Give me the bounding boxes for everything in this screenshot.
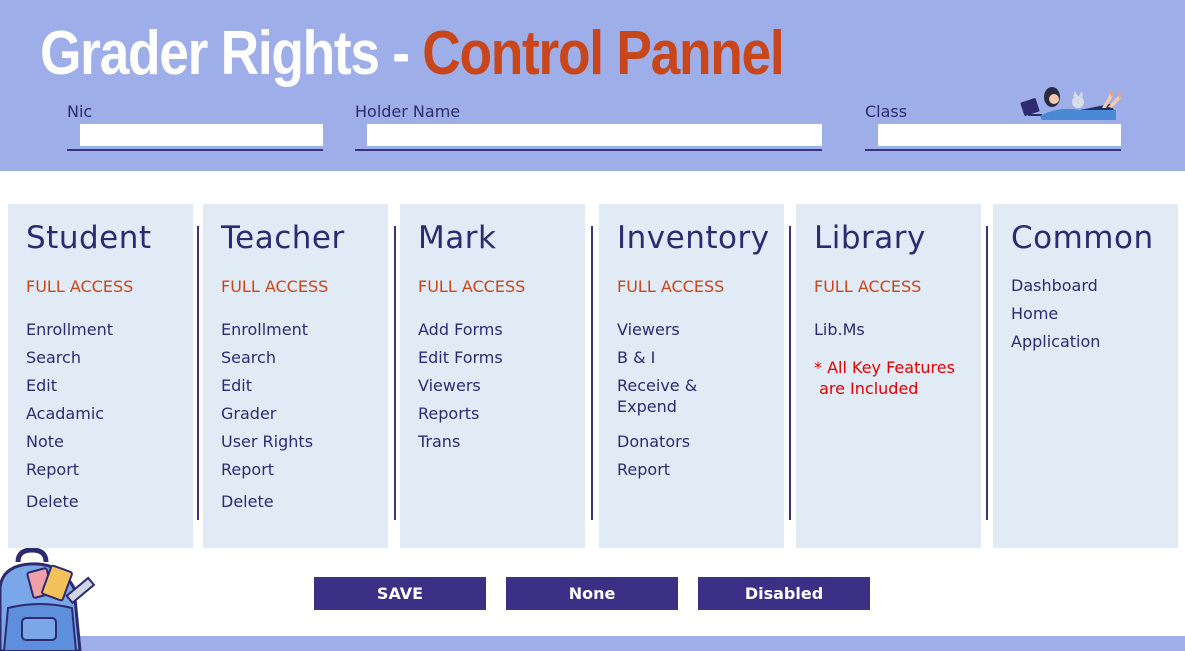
permission-item-viewers[interactable]: Viewers	[617, 319, 680, 340]
full-access-link[interactable]: FULL ACCESS	[617, 277, 724, 296]
permission-item-dashboard[interactable]: Dashboard	[1011, 275, 1098, 296]
permission-item-home[interactable]: Home	[1011, 303, 1058, 324]
column-title: Common	[1011, 220, 1154, 256]
permission-item-enrollment[interactable]: Enrollment	[221, 319, 308, 340]
holder-name-label: Holder Name	[355, 102, 461, 121]
column-common: Common Dashboard Home Application	[993, 204, 1178, 548]
permission-item-user-rights[interactable]: User Rights	[221, 431, 313, 452]
column-divider	[789, 226, 791, 520]
permission-item-delete[interactable]: Delete	[26, 491, 79, 512]
column-divider	[591, 226, 593, 520]
class-label: Class	[865, 102, 908, 121]
column-title: Library	[814, 220, 926, 256]
permission-item-report[interactable]: Report	[26, 459, 79, 480]
column-divider	[394, 226, 396, 520]
permission-item-add-forms[interactable]: Add Forms	[418, 319, 503, 340]
key-features-note: * All Key Features are Included	[814, 357, 955, 399]
permission-item-enrollment[interactable]: Enrollment	[26, 319, 113, 340]
person-with-laptop-illustration	[1020, 87, 1122, 120]
permission-item-search[interactable]: Search	[26, 347, 81, 368]
permission-item-application[interactable]: Application	[1011, 331, 1100, 352]
page-title-main: Grader Rights -	[40, 19, 423, 88]
page-title: Grader Rights - Control Pannel	[40, 18, 785, 89]
key-features-note-line1: * All Key Features	[814, 358, 955, 377]
column-divider	[986, 226, 988, 520]
disabled-button[interactable]: Disabled	[698, 577, 870, 610]
class-underline	[865, 149, 1121, 151]
column-student: Student FULL ACCESS Enrollment Search Ed…	[8, 204, 193, 548]
holder-name-underline	[355, 149, 822, 151]
column-title: Mark	[418, 220, 497, 256]
nic-input[interactable]	[80, 124, 323, 146]
permission-item-expend-line: Expend	[617, 397, 677, 416]
class-input[interactable]	[878, 124, 1121, 146]
save-button[interactable]: SAVE	[314, 577, 486, 610]
header-banner: Grader Rights - Control Pannel Nic Holde…	[0, 0, 1185, 171]
permission-item-edit-forms[interactable]: Edit Forms	[418, 347, 503, 368]
column-title: Teacher	[221, 220, 345, 256]
key-features-note-line2: are Included	[814, 379, 919, 398]
full-access-link[interactable]: FULL ACCESS	[221, 277, 328, 296]
full-access-link[interactable]: FULL ACCESS	[418, 277, 525, 296]
column-divider	[197, 226, 199, 520]
holder-name-input[interactable]	[367, 124, 822, 146]
permission-item-edit[interactable]: Edit	[221, 375, 252, 396]
column-mark: Mark FULL ACCESS Add Forms Edit Forms Vi…	[400, 204, 585, 548]
column-teacher: Teacher FULL ACCESS Enrollment Search Ed…	[203, 204, 388, 548]
permission-item-note[interactable]: Note	[26, 431, 64, 452]
column-title: Inventory	[617, 220, 770, 256]
permission-item-edit[interactable]: Edit	[26, 375, 57, 396]
nic-label: Nic	[67, 102, 93, 121]
full-access-link[interactable]: FULL ACCESS	[814, 277, 921, 296]
permission-item-report[interactable]: Report	[221, 459, 274, 480]
backpack-illustration	[0, 548, 96, 651]
permission-item-search[interactable]: Search	[221, 347, 276, 368]
nic-underline	[67, 149, 323, 151]
column-title: Student	[26, 220, 152, 256]
permission-item-grader[interactable]: Grader	[221, 403, 276, 424]
permission-item-viewers[interactable]: Viewers	[418, 375, 481, 396]
permission-item-trans[interactable]: Trans	[418, 431, 460, 452]
permission-item-acadamic[interactable]: Acadamic	[26, 403, 104, 424]
permission-item-lib-ms[interactable]: Lib.Ms	[814, 319, 865, 340]
page-title-accent: Control Pannel	[422, 19, 784, 88]
permission-item-receive-line: Receive &	[617, 376, 698, 395]
permission-item-donators[interactable]: Donators	[617, 431, 690, 452]
permission-item-reports[interactable]: Reports	[418, 403, 479, 424]
permission-item-delete[interactable]: Delete	[221, 491, 274, 512]
permission-item-report[interactable]: Report	[617, 459, 670, 480]
column-inventory: Inventory FULL ACCESS Viewers B & I Rece…	[599, 204, 784, 548]
permission-item-receive-expend[interactable]: Receive & Expend	[617, 375, 697, 417]
footer-bar	[0, 636, 1185, 651]
column-library: Library FULL ACCESS Lib.Ms * All Key Fea…	[796, 204, 981, 548]
full-access-link[interactable]: FULL ACCESS	[26, 277, 133, 296]
none-button[interactable]: None	[506, 577, 678, 610]
permission-item-b-and-i[interactable]: B & I	[617, 347, 655, 368]
